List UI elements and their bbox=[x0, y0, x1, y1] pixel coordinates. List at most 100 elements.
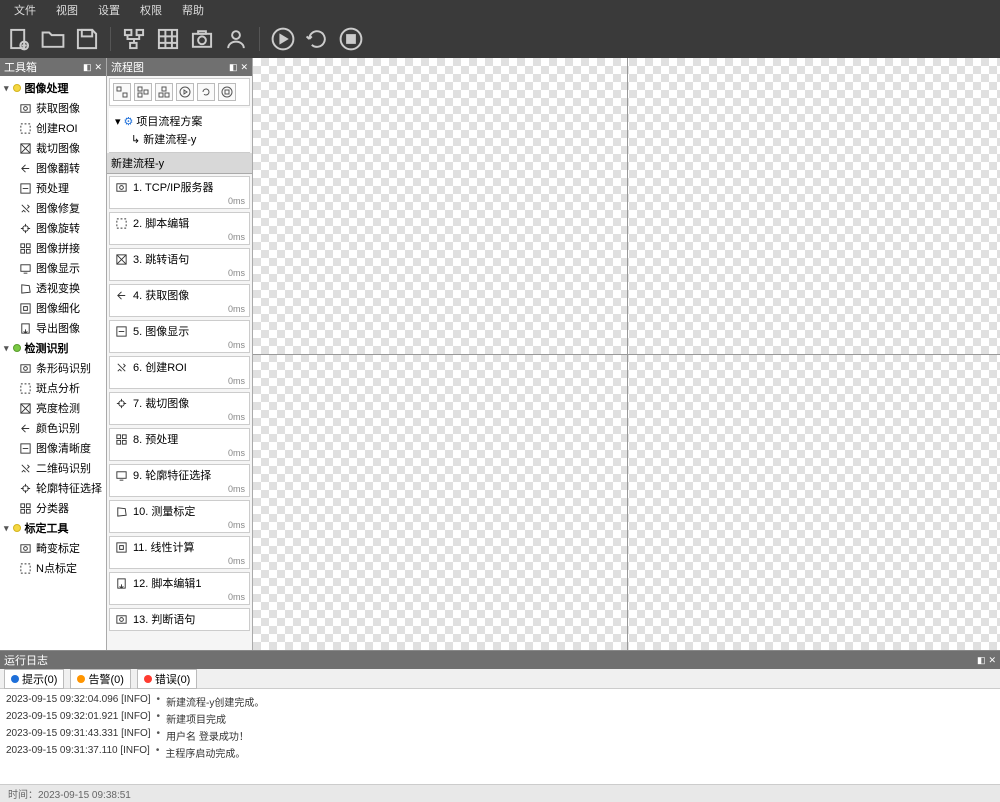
menu-view[interactable]: 视图 bbox=[46, 2, 88, 18]
tool-icon bbox=[18, 321, 32, 335]
collapse-icon[interactable]: ▾ bbox=[4, 83, 9, 94]
tree-project[interactable]: ▾⚙项目流程方案 bbox=[115, 112, 244, 130]
menu-file[interactable]: 文件 bbox=[4, 2, 46, 18]
tool-item[interactable]: 畸变标定 bbox=[0, 538, 106, 558]
fc-play-icon[interactable] bbox=[176, 83, 194, 101]
main-toolbar bbox=[0, 20, 1000, 58]
tool-item[interactable]: 图像翻转 bbox=[0, 158, 106, 178]
flow-step[interactable]: 7. 裁切图像0ms bbox=[109, 392, 250, 425]
step-label: 3. 跳转语句 bbox=[133, 251, 189, 267]
tool-item[interactable]: 图像显示 bbox=[0, 258, 106, 278]
pin-icon[interactable]: ◧ bbox=[229, 62, 238, 73]
status-dot-icon bbox=[77, 675, 85, 683]
flow-step[interactable]: 8. 预处理0ms bbox=[109, 428, 250, 461]
tool-item[interactable]: 条形码识别 bbox=[0, 358, 106, 378]
flow-step[interactable]: 5. 图像显示0ms bbox=[109, 320, 250, 353]
pin-icon[interactable]: ◧ bbox=[83, 62, 92, 73]
close-icon[interactable]: ✕ bbox=[94, 62, 102, 73]
tool-item[interactable]: 颜色识别 bbox=[0, 418, 106, 438]
tool-item[interactable]: 预处理 bbox=[0, 178, 106, 198]
collapse-icon[interactable]: ▾ bbox=[4, 523, 9, 534]
log-line: 2023-09-15 09:31:43.331 [INFO]•用户名 登录成功！ bbox=[6, 727, 994, 744]
flow-step[interactable]: 2. 脚本编辑0ms bbox=[109, 212, 250, 245]
tool-item[interactable]: 图像拼接 bbox=[0, 238, 106, 258]
tool-item[interactable]: 获取图像 bbox=[0, 98, 106, 118]
log-tab[interactable]: 提示(0) bbox=[4, 669, 64, 689]
tool-item[interactable]: 图像旋转 bbox=[0, 218, 106, 238]
menu-permission[interactable]: 权限 bbox=[130, 2, 172, 18]
grid-icon[interactable] bbox=[155, 26, 181, 52]
tool-item[interactable]: N点标定 bbox=[0, 558, 106, 578]
collapse-icon[interactable]: ▾ bbox=[4, 343, 9, 354]
flow-step[interactable]: 1. TCP/IP服务器0ms bbox=[109, 176, 250, 209]
tool-item[interactable]: 二维码识别 bbox=[0, 458, 106, 478]
status-dot-icon bbox=[11, 675, 19, 683]
step-label: 11. 线性计算 bbox=[133, 539, 195, 555]
flow-step[interactable]: 12. 脚本编辑10ms bbox=[109, 572, 250, 605]
status-bar: 时间：2023-09-15 09:38:51 bbox=[0, 784, 1000, 802]
category-label: 检测识别 bbox=[25, 340, 69, 356]
flowchart-tree: ▾⚙项目流程方案 ↳新建流程-y bbox=[109, 108, 250, 153]
stop-icon[interactable] bbox=[338, 26, 364, 52]
tool-item[interactable]: 裁切图像 bbox=[0, 138, 106, 158]
log-tab[interactable]: 错误(0) bbox=[137, 669, 197, 689]
flowchart-icon[interactable] bbox=[121, 26, 147, 52]
flow-step[interactable]: 13. 判断语句 bbox=[109, 608, 250, 631]
flow-step[interactable]: 11. 线性计算0ms bbox=[109, 536, 250, 569]
save-icon[interactable] bbox=[74, 26, 100, 52]
flow-step[interactable]: 9. 轮廓特征选择0ms bbox=[109, 464, 250, 497]
step-time: 0ms bbox=[114, 196, 245, 206]
step-time: 0ms bbox=[114, 556, 245, 566]
log-line: 2023-09-15 09:31:37.110 [INFO]•主程序启动完成。 bbox=[6, 744, 994, 761]
new-file-icon[interactable] bbox=[6, 26, 32, 52]
step-label: 12. 脚本编辑1 bbox=[133, 575, 201, 591]
camera-icon[interactable] bbox=[189, 26, 215, 52]
play-once-icon[interactable] bbox=[270, 26, 296, 52]
close-icon[interactable]: ✕ bbox=[240, 62, 248, 73]
menu-help[interactable]: 帮助 bbox=[172, 2, 214, 18]
tool-item[interactable]: 图像修复 bbox=[0, 198, 106, 218]
close-icon[interactable]: ✕ bbox=[988, 655, 996, 666]
log-line: 2023-09-15 09:32:04.096 [INFO]•新建流程-y创建完… bbox=[6, 693, 994, 710]
step-label: 13. 判断语句 bbox=[133, 611, 195, 627]
flow-step[interactable]: 3. 跳转语句0ms bbox=[109, 248, 250, 281]
tool-icon bbox=[18, 481, 32, 495]
tool-category[interactable]: ▾图像处理 bbox=[0, 78, 106, 98]
open-folder-icon[interactable] bbox=[40, 26, 66, 52]
tool-item[interactable]: 图像细化 bbox=[0, 298, 106, 318]
fc-btn1-icon[interactable] bbox=[113, 83, 131, 101]
tool-item[interactable]: 创建ROI bbox=[0, 118, 106, 138]
flowchart-tab[interactable]: 新建流程-y bbox=[107, 153, 252, 174]
pin-icon[interactable]: ◧ bbox=[977, 655, 986, 666]
tool-item[interactable]: 导出图像 bbox=[0, 318, 106, 338]
step-time: 0ms bbox=[114, 304, 245, 314]
tree-sub[interactable]: ↳新建流程-y bbox=[115, 130, 244, 148]
user-icon[interactable] bbox=[223, 26, 249, 52]
step-label: 1. TCP/IP服务器 bbox=[133, 179, 213, 195]
tool-category[interactable]: ▾标定工具 bbox=[0, 518, 106, 538]
collapse-icon[interactable]: ▾ bbox=[115, 115, 121, 128]
flow-step[interactable]: 4. 获取图像0ms bbox=[109, 284, 250, 317]
tool-item[interactable]: 亮度检测 bbox=[0, 398, 106, 418]
flow-step[interactable]: 6. 创建ROI0ms bbox=[109, 356, 250, 389]
tool-item[interactable]: 透视变换 bbox=[0, 278, 106, 298]
tool-item[interactable]: 图像清晰度 bbox=[0, 438, 106, 458]
tool-item[interactable]: 分类器 bbox=[0, 498, 106, 518]
loop-icon[interactable] bbox=[304, 26, 330, 52]
tool-label: 图像拼接 bbox=[36, 240, 80, 256]
fc-stop-icon[interactable] bbox=[218, 83, 236, 101]
image-canvas[interactable] bbox=[253, 58, 1000, 650]
tool-category[interactable]: ▾ 检测识别 bbox=[0, 338, 106, 358]
fc-btn3-icon[interactable] bbox=[155, 83, 173, 101]
fc-loop-icon[interactable] bbox=[197, 83, 215, 101]
tool-item[interactable]: 斑点分析 bbox=[0, 378, 106, 398]
menu-settings[interactable]: 设置 bbox=[88, 2, 130, 18]
tool-icon bbox=[18, 401, 32, 415]
log-header: 运行日志 ◧✕ bbox=[0, 651, 1000, 669]
tool-item[interactable]: 轮廓特征选择 bbox=[0, 478, 106, 498]
fc-btn2-icon[interactable] bbox=[134, 83, 152, 101]
flow-step[interactable]: 10. 测量标定0ms bbox=[109, 500, 250, 533]
step-time: 0ms bbox=[114, 484, 245, 494]
tool-icon bbox=[18, 201, 32, 215]
log-tab[interactable]: 告警(0) bbox=[70, 669, 130, 689]
